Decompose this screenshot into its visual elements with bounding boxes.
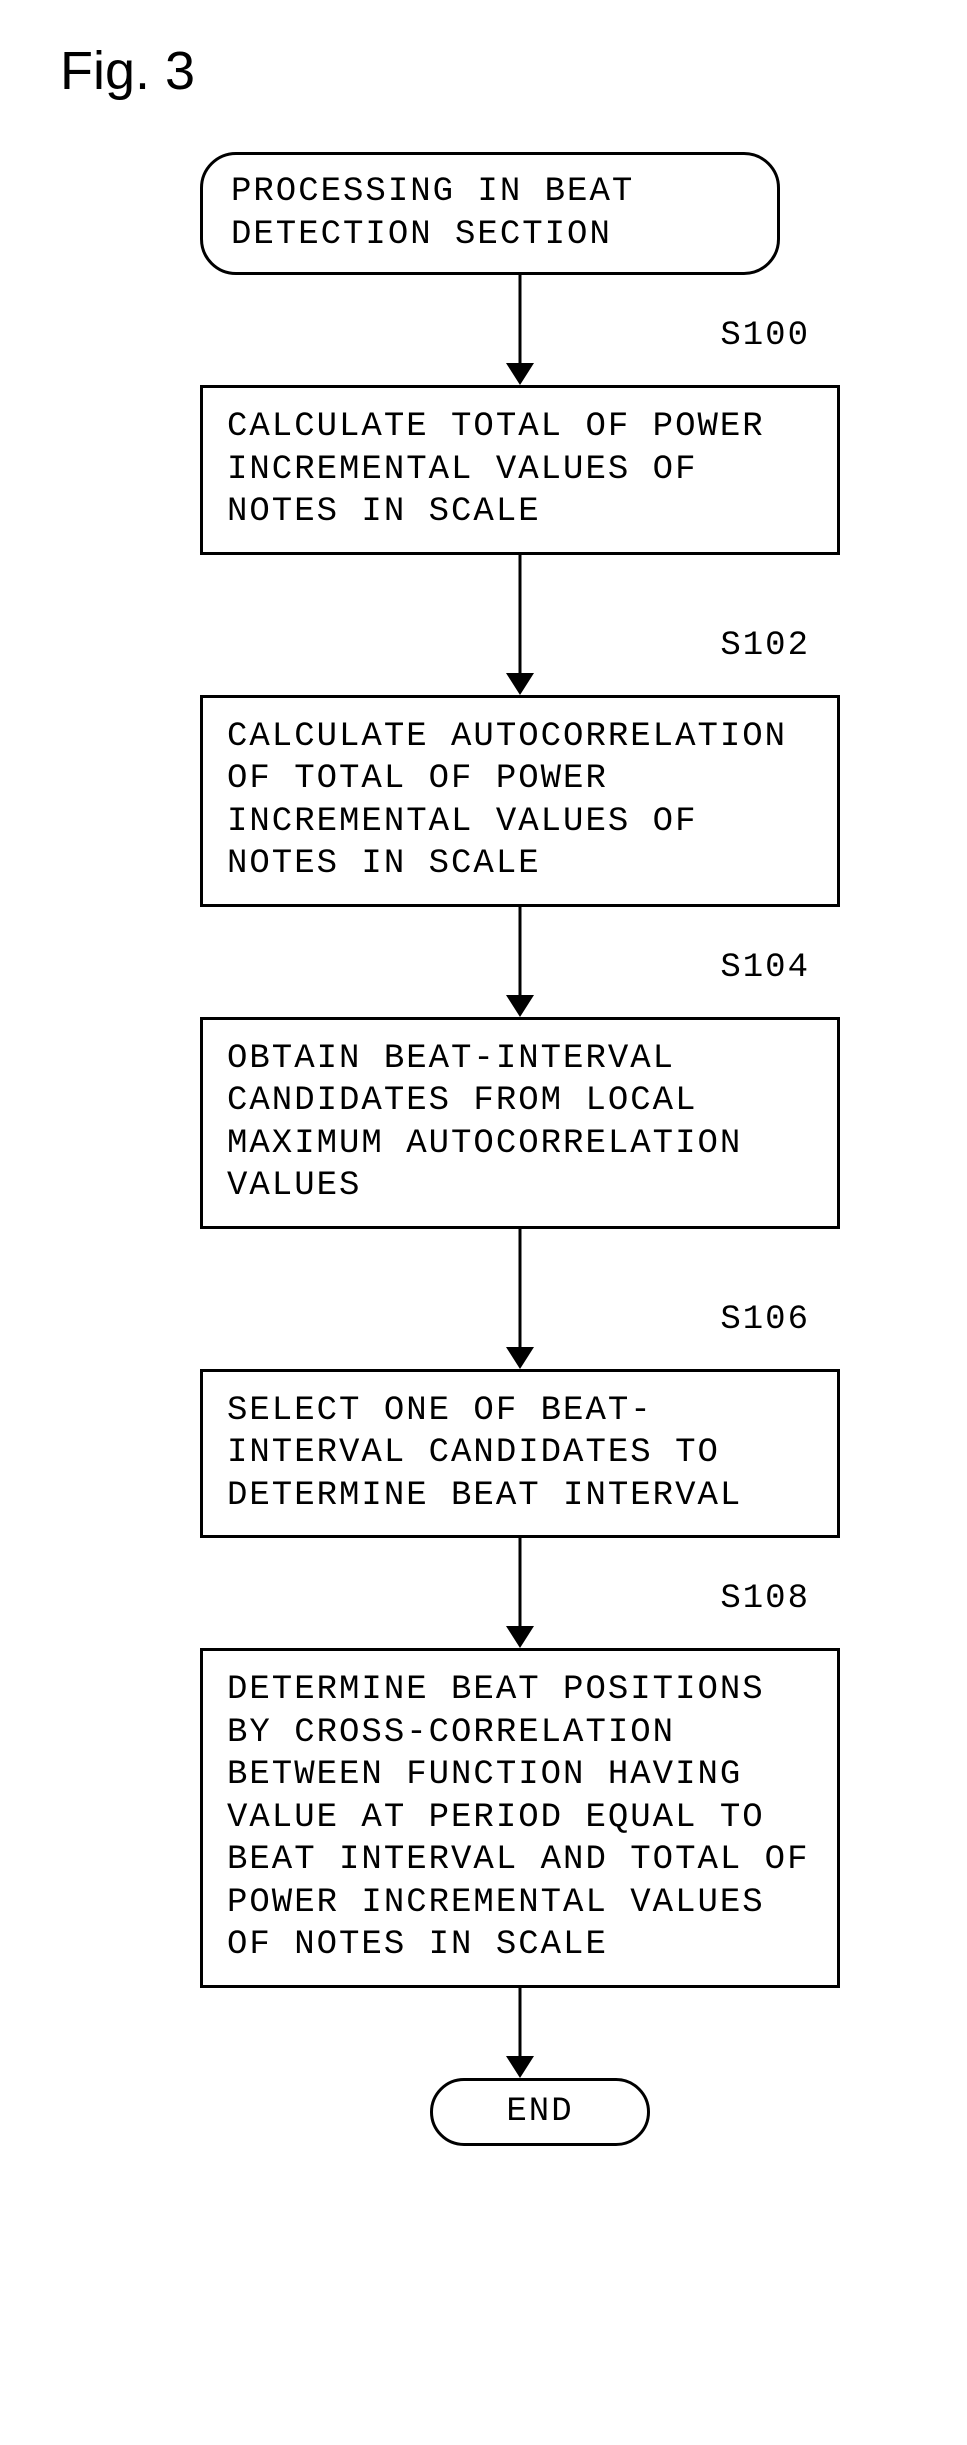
step-label-s100: S100 — [720, 317, 810, 355]
arrow-to-s104: S104 — [200, 907, 840, 1017]
arrow-to-s100: S100 — [200, 275, 840, 385]
arrow-to-s108: S108 — [200, 1538, 840, 1648]
figure-label: Fig. 3 — [60, 40, 907, 102]
end-terminator: END — [430, 2078, 650, 2147]
process-s106: SELECT ONE OF BEAT-INTERVAL CANDIDATES T… — [200, 1369, 840, 1539]
arrow-to-end — [200, 1988, 840, 2078]
start-terminator: PROCESSING IN BEAT DETECTION SECTION — [200, 152, 780, 275]
process-s100: CALCULATE TOTAL OF POWER INCREMENTAL VAL… — [200, 385, 840, 555]
step-label-s102: S102 — [720, 627, 810, 665]
process-s108: DETERMINE BEAT POSITIONS BY CROSS-CORREL… — [200, 1648, 840, 1988]
step-label-s106: S106 — [720, 1301, 810, 1339]
step-label-s104: S104 — [720, 949, 810, 987]
process-s104: OBTAIN BEAT-INTERVAL CANDIDATES FROM LOC… — [200, 1017, 840, 1229]
process-s102: CALCULATE AUTOCORRELATION OF TOTAL OF PO… — [200, 695, 840, 907]
flowchart: PROCESSING IN BEAT DETECTION SECTION S10… — [200, 152, 880, 2146]
arrow-to-s102: S102 — [200, 555, 840, 695]
arrow-to-s106: S106 — [200, 1229, 840, 1369]
step-label-s108: S108 — [720, 1580, 810, 1618]
